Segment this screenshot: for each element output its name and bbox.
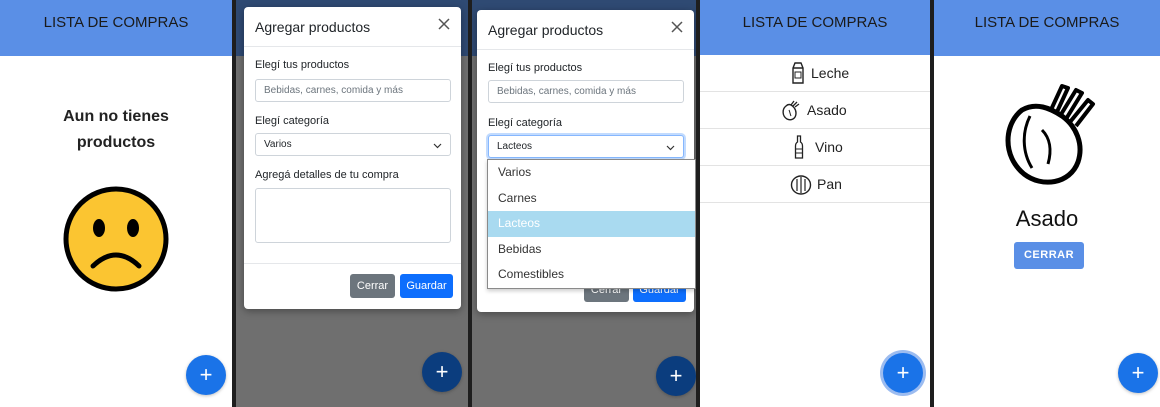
details-label: Agregá detalles de tu compra bbox=[255, 169, 399, 181]
header-title: LISTA DE COMPRAS bbox=[43, 14, 189, 31]
modal-title: Agregar productos bbox=[255, 19, 371, 35]
dropdown-option-selected[interactable]: Lacteos bbox=[488, 211, 695, 237]
header-title: LISTA DE COMPRAS bbox=[742, 14, 888, 31]
category-select[interactable]: Lacteos bbox=[488, 135, 684, 158]
modal-header-divider bbox=[477, 49, 694, 50]
modal-title: Agregar productos bbox=[488, 22, 604, 38]
save-button[interactable]: Guardar bbox=[400, 274, 453, 298]
list-item-label: Leche bbox=[811, 65, 850, 81]
category-label: Elegí categoría bbox=[488, 117, 562, 129]
dropdown-option[interactable]: Carnes bbox=[488, 186, 695, 212]
products-input-placeholder: Bebidas, carnes, comida y más bbox=[264, 85, 403, 96]
products-input[interactable]: Bebidas, carnes, comida y más bbox=[255, 79, 451, 102]
detail-close-button[interactable]: CERRAR bbox=[1014, 242, 1084, 269]
products-input[interactable]: Bebidas, carnes, comida y más bbox=[488, 80, 684, 103]
list-item[interactable]: Vino bbox=[700, 129, 930, 166]
milk-carton-icon bbox=[792, 62, 804, 84]
bread-icon bbox=[790, 175, 812, 195]
app-header: LISTA DE COMPRAS bbox=[934, 0, 1160, 56]
chevron-down-icon bbox=[433, 143, 442, 149]
list-item-label: Vino bbox=[815, 139, 843, 155]
chevron-down-icon bbox=[666, 145, 675, 151]
add-product-button[interactable]: + bbox=[883, 353, 923, 393]
screen-empty-list: LISTA DE COMPRAS Aun no tienes productos… bbox=[0, 0, 232, 407]
add-product-button[interactable]: + bbox=[1118, 353, 1158, 393]
list-item[interactable]: Leche bbox=[700, 55, 930, 92]
meat-icon bbox=[782, 100, 800, 121]
wine-bottle-icon bbox=[794, 135, 804, 159]
category-select[interactable]: Varios bbox=[255, 133, 451, 156]
category-select-value: Varios bbox=[264, 139, 292, 150]
details-textarea[interactable] bbox=[255, 188, 451, 243]
products-label: Elegí tus productos bbox=[255, 59, 350, 71]
products-input-placeholder: Bebidas, carnes, comida y más bbox=[497, 86, 636, 97]
dropdown-option[interactable]: Comestibles bbox=[488, 262, 695, 288]
detail-title: Asado bbox=[1015, 206, 1079, 231]
category-select-value: Lacteos bbox=[497, 141, 533, 152]
add-product-button[interactable]: + bbox=[186, 355, 226, 395]
list-item[interactable]: Pan bbox=[700, 166, 930, 203]
meat-icon bbox=[1005, 84, 1095, 185]
screen-add-modal: + Agregar productos Elegí tus productos … bbox=[236, 0, 468, 407]
list-item-label: Asado bbox=[807, 102, 847, 118]
dropdown-option[interactable]: Bebidas bbox=[488, 237, 695, 263]
screen-product-list: LISTA DE COMPRAS Leche Asado Vino Pan + bbox=[700, 0, 930, 407]
products-label: Elegí tus productos bbox=[488, 62, 583, 74]
list-item-label: Pan bbox=[817, 176, 842, 192]
close-icon[interactable] bbox=[668, 18, 686, 36]
category-label: Elegí categoría bbox=[255, 115, 329, 127]
add-product-button[interactable]: + bbox=[422, 352, 462, 392]
list-item[interactable]: Asado bbox=[700, 92, 930, 129]
app-header: LISTA DE COMPRAS bbox=[700, 0, 930, 55]
add-product-button-label: + bbox=[896, 360, 910, 385]
empty-message: Aun no tienes productos bbox=[0, 104, 232, 156]
add-product-modal: Agregar productos Elegí tus productos Be… bbox=[244, 7, 461, 309]
modal-header-divider bbox=[244, 46, 461, 47]
dropdown-option[interactable]: Varios bbox=[488, 160, 695, 186]
empty-message-line1: Aun no tienes bbox=[63, 108, 169, 125]
screen-add-modal-dropdown: + Agregar productos Elegí tus productos … bbox=[472, 0, 696, 407]
header-title: LISTA DE COMPRAS bbox=[974, 14, 1120, 31]
sad-face-icon bbox=[63, 186, 169, 292]
add-product-button-label: + bbox=[199, 362, 213, 387]
add-product-button-label: + bbox=[1131, 360, 1145, 385]
add-product-button[interactable]: + bbox=[656, 356, 696, 396]
add-product-button-label: + bbox=[669, 363, 683, 388]
modal-footer-divider bbox=[244, 263, 461, 264]
empty-message-line2: productos bbox=[76, 134, 156, 151]
category-dropdown-list: Varios Carnes Lacteos Bebidas Comestible… bbox=[487, 159, 696, 289]
add-product-button-label: + bbox=[435, 359, 449, 384]
close-icon[interactable] bbox=[435, 15, 453, 33]
screen-product-detail: LISTA DE COMPRAS Asado CERRAR + bbox=[934, 0, 1160, 407]
app-header: LISTA DE COMPRAS bbox=[0, 0, 232, 56]
cancel-button[interactable]: Cerrar bbox=[350, 274, 395, 298]
